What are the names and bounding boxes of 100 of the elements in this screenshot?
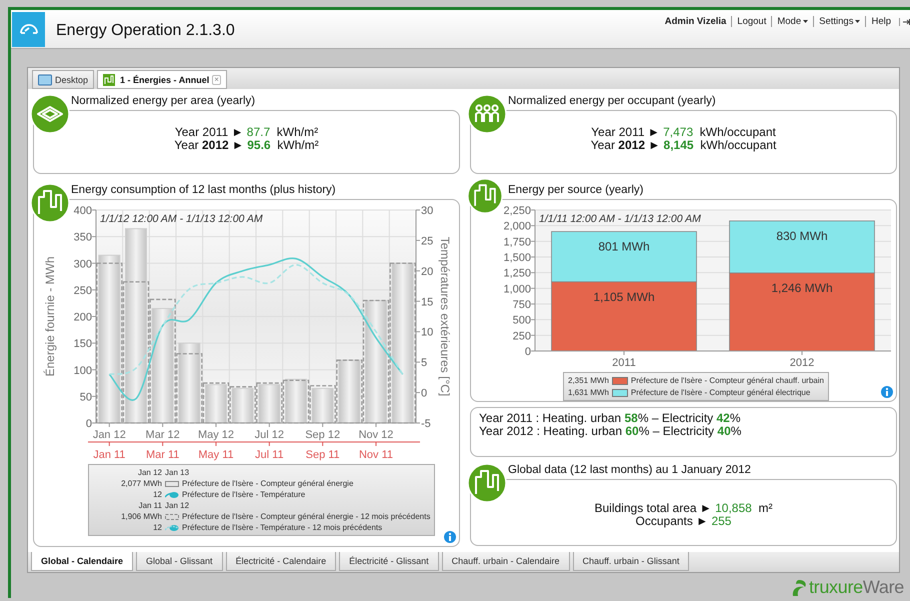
axis-label: Jan 12: [92, 429, 126, 441]
legend-label: Préfecture de l'Isère - Compteur général électrique: [630, 388, 810, 397]
legend-date: Jan 13: [165, 468, 190, 477]
axis-title: Énergie fournie - MWh: [43, 256, 57, 377]
axis-label: Nov 11: [358, 449, 394, 461]
share-line: Year 2011 : Heating. urban 58% – Electricity 42%: [479, 412, 742, 425]
axis-label: 1,250: [503, 268, 531, 280]
axis-label: Mar 11: [146, 449, 180, 461]
axis-label: 1,750: [503, 236, 531, 248]
axis-label: 1,500: [503, 252, 531, 264]
axis-label: Nov 12: [358, 429, 394, 441]
arrow-icon[interactable]: [903, 18, 910, 26]
user-name: Admin Vizelia: [664, 16, 728, 27]
axis-label: 2011: [612, 357, 636, 369]
axis-label: May 11: [198, 449, 234, 461]
axis-label: 250: [74, 284, 92, 297]
kpi-line: Year 2012 ► 8,145 kWh/occupant: [590, 139, 776, 152]
axis-label: 0: [421, 388, 428, 400]
info-icon[interactable]: [444, 531, 456, 543]
legend-value: 1,906 MWh: [120, 512, 163, 521]
data-label: 1,105 MWh: [593, 290, 655, 304]
axis-label: 2,250: [503, 205, 531, 217]
card-title: Energy per source (yearly): [507, 184, 644, 198]
app-title: Energy Operation 2.1.3.0: [56, 22, 236, 40]
axis-label: 30: [421, 205, 434, 217]
data-label: 1,246 MWh: [771, 280, 833, 295]
legend-label: Préfecture de l'Isère - Température - 12 mois précédents: [182, 523, 382, 532]
legend-value: 1,631 MWh: [568, 388, 609, 397]
tab[interactable]: Électricité - Calendaire: [226, 552, 336, 571]
axis-label: 300: [74, 258, 92, 270]
card-title: Normalized energy per area (yearly): [70, 95, 256, 109]
kpi-line: Buildings total area ► 10,858 m²: [594, 502, 772, 514]
date-range: 1/1/11 12:00 AM - 1/1/13 12:00 AM: [539, 213, 701, 225]
app-logo[interactable]: [12, 12, 45, 46]
menu-link[interactable]: Settings: [813, 16, 866, 27]
tab[interactable]: Chauff. urbain - Glissant: [572, 552, 690, 571]
axis-label: Jul 11: [255, 449, 284, 461]
axis-label: Sep 12: [305, 429, 340, 441]
card-title: Energy consumption of 12 last months (plus history): [70, 184, 337, 198]
tab[interactable]: Desktop: [32, 70, 94, 89]
brand-logo: truxureWare: [808, 577, 904, 598]
chart-icon: [103, 74, 118, 86]
axis-label: 15: [421, 296, 434, 308]
close-button[interactable]: ×: [212, 74, 221, 84]
axis-label: Sep 11: [306, 449, 340, 461]
tab[interactable]: Chauff. urbain - Calendaire: [442, 552, 570, 571]
monitor-icon: [38, 74, 52, 86]
menu-link[interactable]: Mode: [771, 16, 814, 27]
axis-label: 2,000: [503, 220, 531, 233]
tab[interactable]: Global - Calendaire: [31, 552, 134, 571]
card-title: Global data (12 last months) au 1 January 2012: [507, 464, 752, 478]
legend-date: Jan 11: [138, 501, 163, 510]
axis-label: Mar 12: [146, 429, 180, 441]
kpi-line: Occupants ► 255: [636, 514, 732, 528]
axis-label: 5: [421, 357, 428, 370]
axis-label: 0: [86, 418, 92, 430]
tab[interactable]: Global - Glissant: [136, 552, 223, 571]
legend-value: 12: [152, 490, 163, 499]
kpi-line: Year 2011 ► 7,473 kWh/occupant: [591, 126, 776, 139]
data-label: 830 MWh: [776, 228, 828, 243]
legend-value: 12: [152, 523, 163, 532]
caret-icon: [803, 20, 808, 24]
axis-label: 400: [74, 205, 92, 217]
legend-label: Préfecture de l'Isère - Compteur général chauff. urbain: [630, 376, 824, 385]
date-range: 1/1/12 12:00 AM - 1/1/13 12:00 AM: [100, 213, 263, 225]
kpi-line: Year 2011 ► 87.7 kWh/m²: [174, 126, 318, 139]
info-icon[interactable]: [881, 386, 893, 398]
axis-label: 2012: [790, 357, 814, 369]
legend-value: 2,351 MWh: [568, 376, 609, 385]
legend-label: Préfecture de l'Isère - Température: [182, 490, 306, 499]
axis-label: 20: [421, 266, 434, 278]
axis-label: 250: [512, 330, 531, 342]
data-label: 801 MWh: [598, 240, 650, 254]
axis-label: 500: [512, 314, 531, 327]
card-title: Normalized energy per occupant (yearly): [507, 95, 717, 109]
axis-label: May 12: [198, 429, 234, 441]
legend-label: Préfecture de l'Isère - Compteur général énergie: [182, 479, 354, 488]
axis-label: 750: [512, 299, 531, 311]
legend-date: Jan 12: [165, 501, 190, 510]
axis-label: 150: [74, 338, 92, 350]
kpi-line: Year 2012 ► 95.6 kWh/m²: [174, 139, 319, 152]
legend-value: 2,077 MWh: [120, 479, 163, 488]
axis-label: 25: [421, 235, 434, 248]
axis-label: 1,000: [503, 283, 531, 296]
axis-title: Températures extérieures [°C]: [438, 236, 452, 396]
tab[interactable]: Électricité - Glissant: [339, 552, 439, 571]
caret-icon: [855, 20, 860, 24]
legend-date: Jan 12: [136, 468, 163, 477]
axis-label: 0: [524, 346, 531, 358]
axis-label: 50: [80, 391, 92, 404]
axis-label: 10: [421, 326, 434, 339]
menu-link[interactable]: Logout: [731, 16, 772, 27]
axis-label: -5: [421, 418, 431, 430]
axis-label: Jul 12: [254, 429, 284, 441]
tab[interactable]: 1 - Énergies - Annuel ×: [97, 70, 227, 89]
axis-label: Jan 11: [93, 449, 126, 461]
axis-label: 350: [74, 232, 92, 244]
axis-label: 200: [74, 312, 92, 324]
menu-link[interactable]: Help: [865, 16, 896, 27]
legend-label: Préfecture de l'Isère - Compteur général énergie - 12 mois précédents: [182, 512, 430, 521]
